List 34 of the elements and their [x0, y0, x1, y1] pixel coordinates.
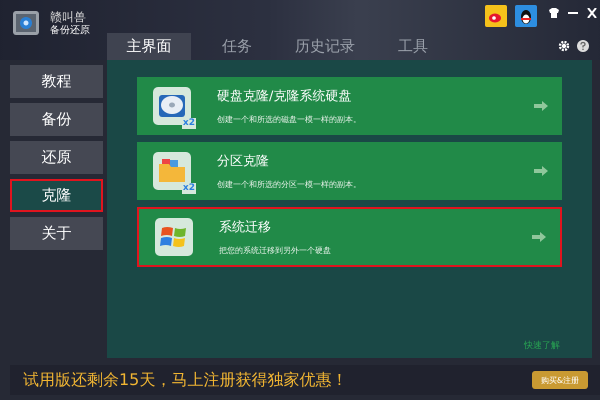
tab[interactable]: 历史记录 — [283, 33, 367, 60]
help-icon[interactable] — [577, 40, 589, 52]
card-title: 系统迁移 — [219, 219, 272, 236]
quick-guide-link[interactable]: 快速了解 — [524, 339, 560, 352]
app-subtitle: 备份还原 — [50, 24, 90, 36]
multiplier-badge: x2 — [182, 183, 196, 194]
sidebar-item[interactable]: 备份 — [10, 103, 103, 136]
close-icon[interactable] — [586, 8, 598, 18]
clone-option-card[interactable]: 系统迁移 把您的系统迁移到另外一个硬盘 — [137, 207, 562, 267]
settings-icon[interactable] — [558, 40, 570, 52]
arrow-right-icon — [534, 101, 548, 111]
card-title: 硬盘克隆/克隆系统硬盘 — [217, 88, 352, 105]
card-description: 创建一个和所选的磁盘一模一样的副本。 — [217, 114, 362, 125]
buy-register-button[interactable]: 购买&注册 — [532, 371, 588, 389]
arrow-right-icon — [532, 232, 546, 242]
card-title: 分区克隆 — [217, 153, 270, 170]
penguin-icon[interactable] — [515, 5, 537, 27]
clone-option-card[interactable]: x2 硬盘克隆/克隆系统硬盘 创建一个和所选的磁盘一模一样的副本。 — [137, 77, 562, 135]
logo-text: 赣叫兽 — [50, 10, 87, 24]
sidebar-item[interactable]: 还原 — [10, 141, 103, 174]
sidebar-item[interactable]: 关于 — [10, 217, 103, 250]
tab[interactable]: 主界面 — [107, 33, 191, 60]
sidebar-item[interactable]: 克隆 — [10, 179, 103, 212]
card-description: 创建一个和所选的分区一模一样的副本。 — [217, 179, 362, 190]
multiplier-badge: x2 — [182, 118, 196, 129]
trial-message: 试用版还剩余15天，马上注册获得独家优惠！ — [23, 370, 348, 390]
safe-icon — [12, 8, 42, 38]
shirt-icon[interactable] — [548, 8, 560, 18]
arrow-right-icon — [534, 166, 548, 176]
tab[interactable]: 任务 — [195, 33, 279, 60]
clone-option-card[interactable]: x2 分区克隆 创建一个和所选的分区一模一样的副本。 — [137, 142, 562, 200]
card-description: 把您的系统迁移到另外一个硬盘 — [219, 245, 332, 256]
sidebar-item[interactable]: 教程 — [10, 65, 103, 98]
tab[interactable]: 工具 — [371, 33, 455, 60]
